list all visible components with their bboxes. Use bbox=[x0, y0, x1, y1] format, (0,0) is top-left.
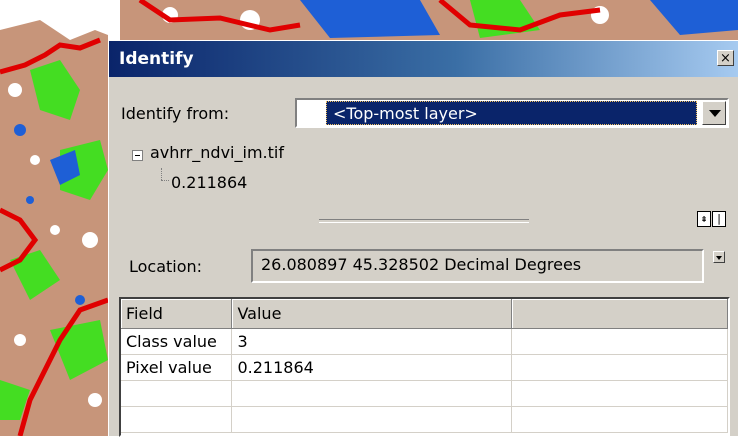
column-header-extra[interactable] bbox=[511, 299, 728, 329]
identify-window: Identify × Identify from: <Top-most laye… bbox=[108, 40, 738, 437]
table-cell bbox=[121, 380, 233, 407]
collapse-up-icon[interactable]: ⇞ bbox=[697, 211, 711, 227]
split-view-icon[interactable]: | bbox=[712, 211, 726, 227]
pane-splitter[interactable] bbox=[319, 219, 529, 223]
location-dropdown-icon[interactable] bbox=[713, 251, 725, 263]
table-header-row: Field Value bbox=[121, 299, 728, 329]
column-header-field[interactable]: Field bbox=[121, 299, 233, 329]
identify-from-label: Identify from: bbox=[121, 104, 230, 123]
table-row[interactable]: Class value 3 bbox=[121, 328, 728, 355]
table-cell bbox=[511, 406, 728, 433]
table-cell bbox=[231, 380, 513, 407]
table-cell bbox=[511, 380, 728, 407]
table-row[interactable] bbox=[121, 380, 728, 407]
tree-layer-node[interactable]: avhrr_ndvi_im.tif bbox=[150, 143, 284, 162]
close-icon: × bbox=[720, 51, 731, 66]
identify-from-dropdown[interactable]: <Top-most layer> bbox=[295, 98, 729, 128]
tree-value-node[interactable]: 0.211864 bbox=[170, 172, 254, 194]
table-cell: Pixel value bbox=[121, 354, 233, 381]
collapse-icon[interactable] bbox=[132, 150, 143, 161]
table-cell bbox=[121, 406, 233, 433]
table-cell: Class value bbox=[121, 328, 233, 355]
table-cell bbox=[511, 354, 728, 381]
table-row[interactable]: Pixel value 0.211864 bbox=[121, 354, 728, 381]
results-tree[interactable]: avhrr_ndvi_im.tif 0.211864 bbox=[121, 138, 737, 208]
location-label: Location: bbox=[129, 257, 203, 276]
tree-connector bbox=[161, 168, 163, 180]
window-title: Identify bbox=[119, 49, 194, 69]
location-field[interactable]: 26.080897 45.328502 Decimal Degrees bbox=[251, 249, 704, 283]
column-header-value[interactable]: Value bbox=[231, 299, 513, 329]
close-button[interactable]: × bbox=[717, 50, 734, 66]
identify-from-selected[interactable]: <Top-most layer> bbox=[326, 101, 697, 125]
table-cell: 0.211864 bbox=[231, 354, 513, 381]
title-bar[interactable]: Identify × bbox=[109, 41, 738, 77]
table-cell bbox=[231, 406, 513, 433]
table-cell: 3 bbox=[231, 328, 513, 355]
table-cell bbox=[511, 328, 728, 355]
table-row[interactable] bbox=[121, 406, 728, 433]
attribute-table[interactable]: Field Value Class value 3 Pixel value 0.… bbox=[119, 297, 730, 437]
chevron-down-icon[interactable] bbox=[702, 101, 726, 125]
